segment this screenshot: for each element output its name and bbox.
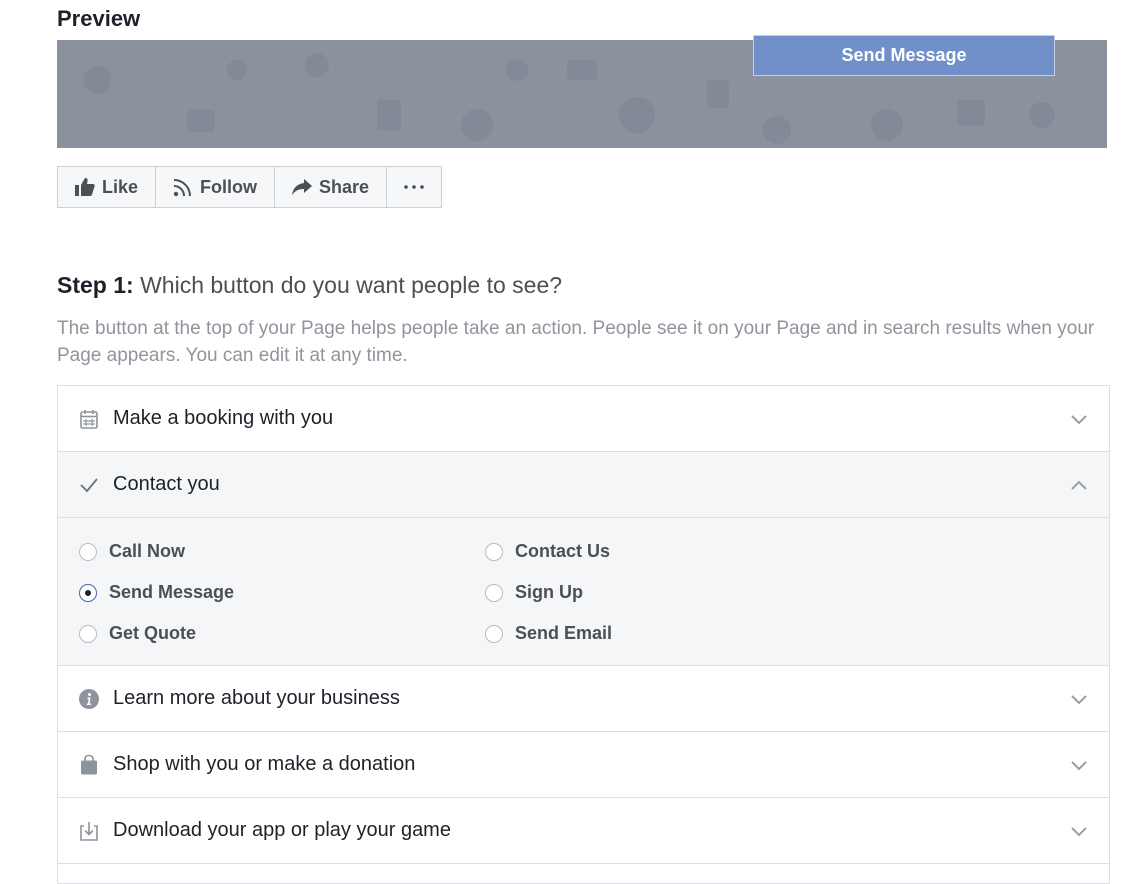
download-icon [80,821,98,841]
share-arrow-icon [291,179,312,195]
step-heading: Step 1: Which button do you want people … [57,272,562,299]
page-action-bar: Like Follow Share [57,166,442,208]
chevron-up-icon [1071,480,1087,490]
more-options-button[interactable] [386,166,442,208]
category-label: Make a booking with you [113,407,334,429]
category-next-partial[interactable] [58,864,1109,884]
preview-title: Preview [57,6,141,31]
calendar-icon [80,409,98,429]
share-label: Share [318,176,370,197]
option-label: Get Quote [109,623,197,643]
shopping-bag-icon [81,754,97,774]
category-download[interactable]: Download your app or play your game [58,798,1109,864]
option-send-message[interactable]: Send Message [79,582,234,603]
follow-button[interactable]: Follow [155,166,275,208]
follow-label: Follow [200,176,257,197]
category-label: Contact you [113,473,220,495]
radio-button[interactable] [485,583,503,602]
button-category-accordion: Make a booking with you Contact you Call… [57,385,1110,884]
radio-button[interactable] [485,624,503,643]
chevron-down-icon [1071,694,1087,704]
category-shop[interactable]: Shop with you or make a donation [58,732,1109,798]
radio-button[interactable] [79,624,97,643]
step-description: The button at the top of your Page helps… [57,318,1095,366]
radio-button[interactable] [79,542,97,561]
chevron-down-icon [1071,826,1087,836]
option-get-quote[interactable]: Get Quote [79,623,196,644]
radio-button[interactable] [485,542,503,561]
radio-button-selected[interactable] [79,583,97,602]
option-label: Contact Us [515,541,611,561]
like-button[interactable]: Like [57,166,156,208]
option-label: Send Email [515,623,613,643]
info-icon [79,688,99,709]
option-call-now[interactable]: Call Now [79,541,185,562]
checkmark-icon [80,477,98,492]
share-button[interactable]: Share [274,166,387,208]
category-label: Download your app or play your game [113,819,451,841]
category-learn-more[interactable]: Learn more about your business [58,666,1109,732]
option-label: Call Now [109,541,186,561]
step-question: Which button do you want people to see? [140,272,563,298]
category-label: Learn more about your business [113,687,400,709]
rss-icon [173,179,191,197]
chevron-down-icon [1071,760,1087,770]
step-number: Step 1: [57,272,134,298]
category-label: Shop with you or make a donation [113,753,416,775]
like-label: Like [101,176,139,197]
category-contact[interactable]: Contact you [58,452,1109,518]
more-dots-icon [404,185,424,189]
chevron-down-icon [1071,414,1087,424]
option-label: Send Message [109,582,235,602]
option-label: Sign Up [515,582,583,602]
contact-options-panel: Call Now Send Message Get Quote Contact … [58,518,1109,666]
category-booking[interactable]: Make a booking with you [58,386,1109,452]
send-message-cta-button[interactable]: Send Message [753,35,1055,76]
thumbs-up-icon [74,178,95,196]
option-contact-us[interactable]: Contact Us [485,541,610,562]
option-send-email[interactable]: Send Email [485,623,612,644]
option-sign-up[interactable]: Sign Up [485,582,583,603]
